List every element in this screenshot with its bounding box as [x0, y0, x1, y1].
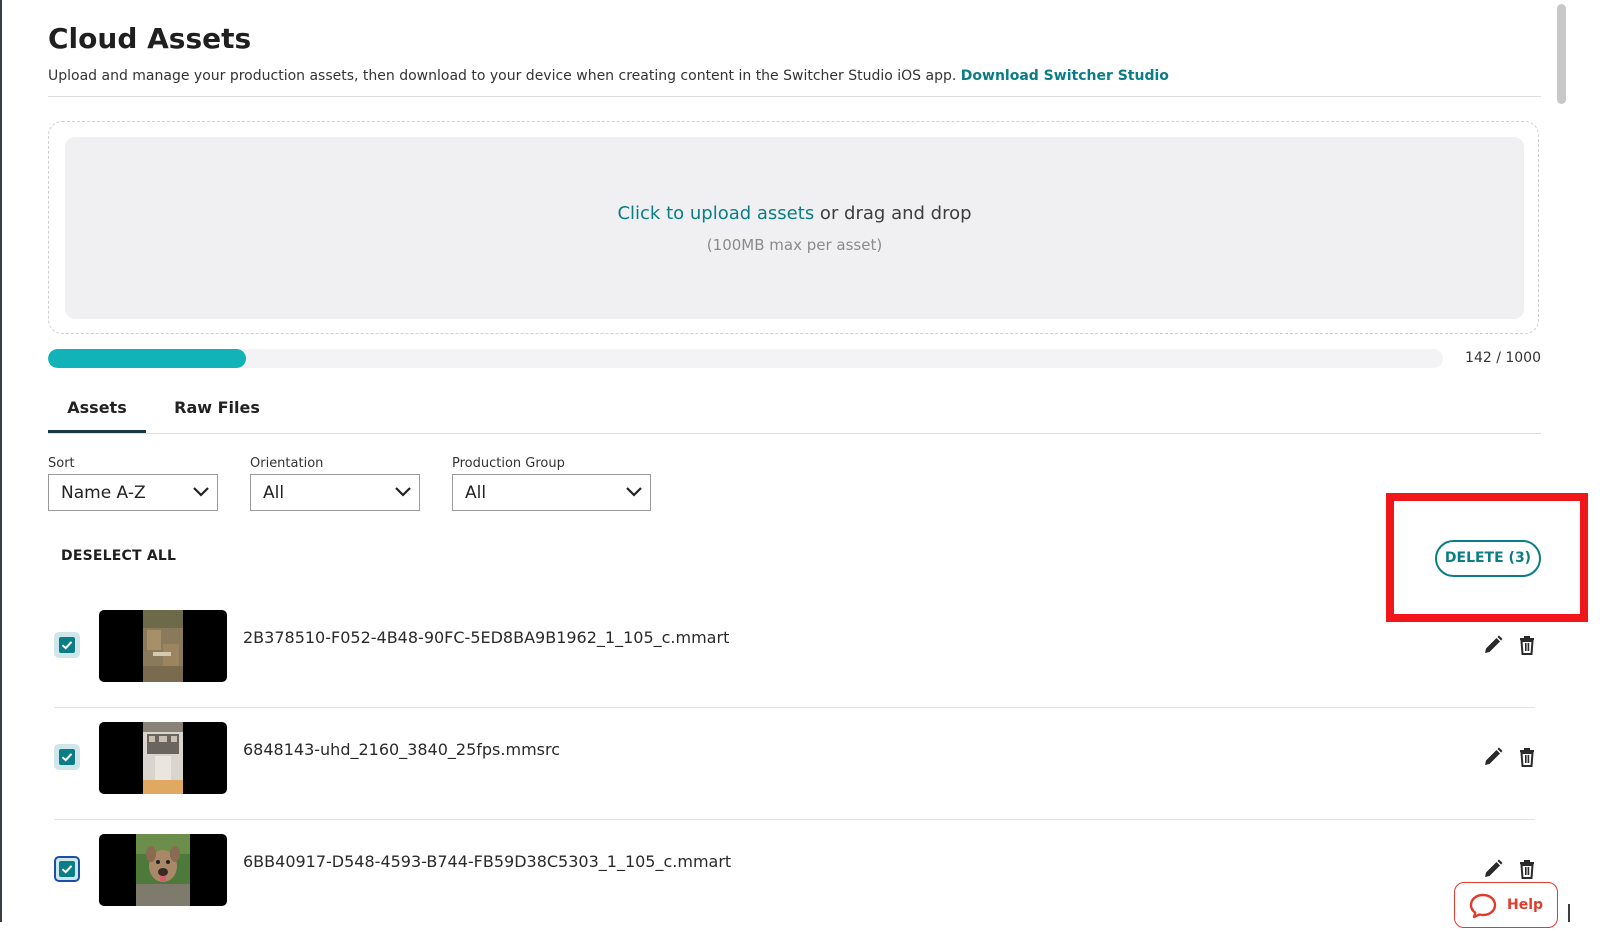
thumbnail-image	[143, 722, 183, 794]
checkbox-checked	[59, 861, 75, 877]
chevron-down-icon	[395, 487, 411, 497]
delete-asset-button[interactable]	[1516, 746, 1538, 768]
check-icon	[61, 865, 73, 874]
sort-value: Name A-Z	[61, 483, 146, 503]
asset-checkbox[interactable]	[54, 856, 80, 882]
pencil-icon	[1485, 747, 1503, 765]
storage-progress-bar	[48, 349, 1443, 368]
storage-count: 142 / 1000	[1465, 350, 1541, 366]
asset-file-name[interactable]: 6BB40917-D548-4593-B744-FB59D38C5303_1_1…	[243, 852, 731, 871]
asset-thumbnail[interactable]	[99, 834, 227, 906]
pencil-icon	[1485, 859, 1503, 877]
asset-tabs: Assets Raw Files	[48, 397, 1541, 434]
window-right-margin	[1568, 0, 1600, 922]
window-left-edge	[0, 0, 2, 922]
edit-asset-button[interactable]	[1482, 634, 1504, 656]
delete-asset-button[interactable]	[1516, 634, 1538, 656]
asset-thumbnail[interactable]	[99, 610, 227, 682]
upload-size-limit: (100MB max per asset)	[706, 236, 883, 254]
chevron-down-icon	[193, 487, 209, 497]
asset-row: 2B378510-F052-4B48-90FC-5ED8BA9B1962_1_1…	[54, 596, 1535, 708]
scrollbar-track[interactable]	[1554, 0, 1568, 922]
title-divider	[48, 96, 1541, 97]
tab-raw-files[interactable]: Raw Files	[169, 397, 265, 433]
sort-select[interactable]: Name A-Z	[48, 474, 218, 511]
page-subtitle: Upload and manage your production assets…	[48, 68, 1169, 84]
help-button[interactable]: Help	[1454, 882, 1558, 928]
page-title: Cloud Assets	[48, 22, 252, 55]
chevron-down-icon	[626, 487, 642, 497]
asset-row: 6BB40917-D548-4593-B744-FB59D38C5303_1_1…	[54, 820, 1535, 932]
edit-asset-button[interactable]	[1482, 858, 1504, 880]
tab-assets[interactable]: Assets	[48, 397, 146, 433]
scrollbar-thumb[interactable]	[1557, 4, 1566, 104]
deselect-all-button[interactable]: DESELECT ALL	[61, 548, 176, 564]
trash-icon	[1520, 748, 1534, 767]
production-group-label: Production Group	[452, 456, 565, 471]
trash-icon	[1520, 636, 1534, 655]
chat-bubble-icon	[1469, 893, 1497, 919]
asset-checkbox[interactable]	[54, 632, 80, 658]
storage-progress-fill	[48, 349, 247, 368]
upload-prompt: Click to upload assets or drag and drop	[65, 203, 1524, 224]
thumbnail-image	[143, 610, 183, 682]
sort-label: Sort	[48, 456, 75, 471]
checkbox-checked	[59, 637, 75, 653]
thumbnail-image	[136, 834, 190, 906]
window-edge	[1568, 904, 1570, 922]
orientation-select[interactable]: All	[250, 474, 420, 511]
check-icon	[61, 753, 73, 762]
asset-row: 6848143-uhd_2160_3840_25fps.mmsrc	[54, 708, 1535, 820]
asset-thumbnail[interactable]	[99, 722, 227, 794]
edit-asset-button[interactable]	[1482, 746, 1504, 768]
orientation-label: Orientation	[250, 456, 324, 471]
production-group-select[interactable]: All	[452, 474, 651, 511]
upload-assets-link[interactable]: Click to upload assets	[617, 203, 814, 224]
check-icon	[61, 641, 73, 650]
subtitle-text: Upload and manage your production assets…	[48, 68, 957, 84]
asset-file-name[interactable]: 2B378510-F052-4B48-90FC-5ED8BA9B1962_1_1…	[243, 628, 729, 647]
help-label: Help	[1507, 897, 1544, 913]
checkbox-checked	[59, 749, 75, 765]
orientation-value: All	[263, 483, 285, 503]
drag-drop-text: or drag and drop	[814, 203, 972, 224]
production-group-value: All	[465, 483, 487, 503]
pencil-icon	[1485, 635, 1503, 653]
download-switcher-link[interactable]: Download Switcher Studio	[961, 68, 1169, 84]
delete-asset-button[interactable]	[1516, 858, 1538, 880]
asset-file-name[interactable]: 6848143-uhd_2160_3840_25fps.mmsrc	[243, 740, 560, 759]
trash-icon	[1520, 860, 1534, 879]
upload-dropzone[interactable]: Click to upload assets or drag and drop …	[65, 137, 1524, 319]
asset-checkbox[interactable]	[54, 744, 80, 770]
